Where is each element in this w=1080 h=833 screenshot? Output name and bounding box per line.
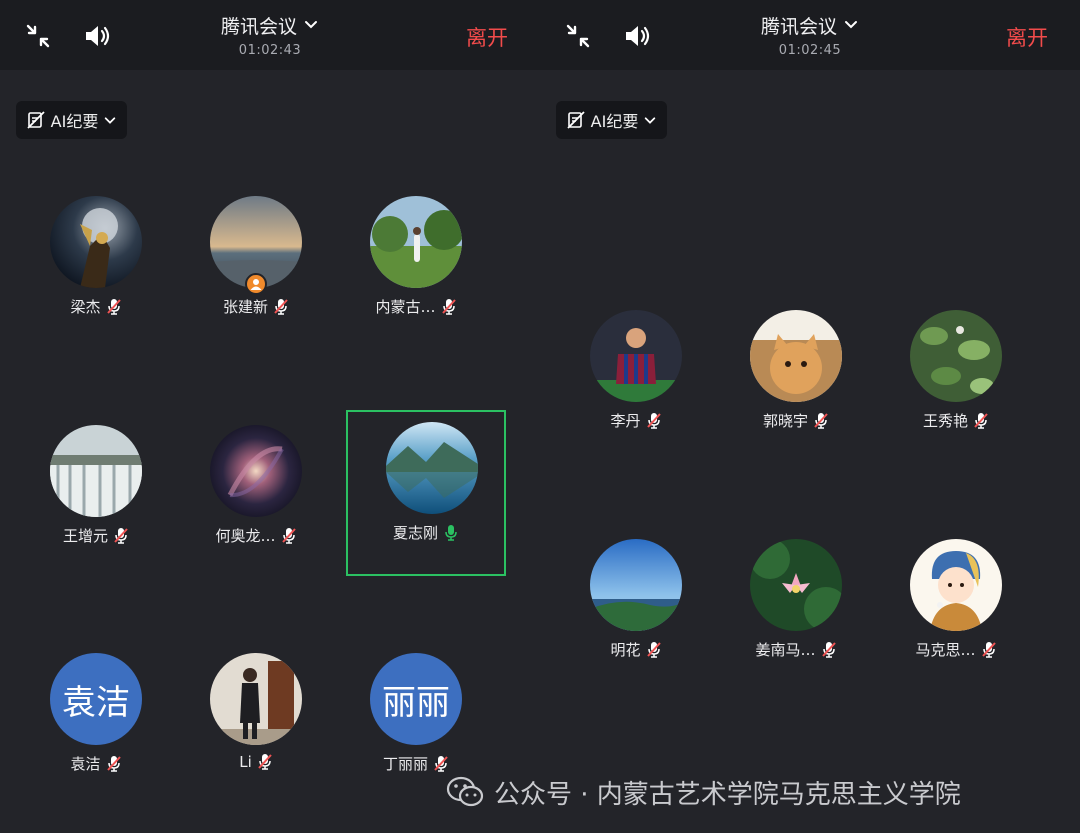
participant-name: 王增元: [62, 527, 108, 545]
avatar: [50, 196, 142, 288]
participant-tile[interactable]: 王秀艳: [876, 298, 1036, 464]
top-bar: 腾讯会议 01:02:45 离开: [540, 0, 1080, 70]
participant-tile[interactable]: 张建新: [176, 184, 336, 350]
host-badge-icon: [245, 273, 267, 295]
mic-muted-icon: [441, 298, 457, 316]
meeting-title: 腾讯会议: [760, 16, 837, 38]
participant-tile[interactable]: 明花: [556, 527, 716, 693]
mic-muted-icon: [646, 412, 662, 430]
ai-notes-label: AI纪要: [590, 112, 639, 131]
watermark-text: 公众号 · 内蒙古艺术学院马克思主义学院: [494, 779, 961, 810]
meeting-timer: 01:02:45: [778, 43, 842, 58]
meeting-panel-right: 腾讯会议 01:02:45 离开 AI纪要 李丹 郭晓宇 王秀艳 明花 姜南马……: [540, 0, 1080, 833]
participant-tile[interactable]: 马克思…: [876, 527, 1036, 693]
chevron-down-icon: [643, 113, 657, 127]
mic-muted-icon: [973, 412, 989, 430]
participant-name: 姜南马…: [755, 641, 816, 659]
avatar: [750, 539, 842, 631]
avatar: [910, 310, 1002, 402]
meeting-title-area[interactable]: 腾讯会议 01:02:43: [170, 12, 370, 58]
participant-name: 丁丽丽: [382, 755, 428, 773]
wechat-icon: [446, 776, 484, 808]
mic-muted-icon: [106, 755, 122, 773]
mic-muted-icon: [813, 412, 829, 430]
participant-name: 明花: [610, 641, 641, 659]
participant-name: 马克思…: [915, 641, 976, 659]
mic-muted-icon: [106, 298, 122, 316]
watermark: 公众号 · 内蒙古艺术学院马克思主义学院: [446, 774, 961, 810]
speaker-icon[interactable]: [622, 20, 654, 52]
participant-tile[interactable]: 袁洁 袁洁: [16, 641, 176, 807]
mic-muted-icon: [821, 641, 837, 659]
participant-name: 袁洁: [70, 755, 101, 773]
participant-tile[interactable]: 郭晓宇: [716, 298, 876, 464]
participant-name: 夏志刚: [392, 524, 438, 542]
mic-muted-icon: [281, 527, 297, 545]
avatar: [210, 653, 302, 745]
top-bar: 腾讯会议 01:02:43 离开: [0, 0, 540, 70]
participant-name: 郭晓宇: [762, 412, 808, 430]
speaker-icon[interactable]: [82, 20, 114, 52]
meeting-panel-left: 腾讯会议 01:02:43 离开 AI纪要 梁杰 张建新 内蒙古… 王增元 何奥…: [0, 0, 540, 833]
participant-name: Li: [239, 753, 252, 771]
participant-tile[interactable]: 何奥龙…: [176, 413, 336, 579]
mic-muted-icon: [646, 641, 662, 659]
participant-tile[interactable]: 梁杰: [16, 184, 176, 350]
mic-muted-icon: [433, 755, 449, 773]
chevron-down-icon: [843, 15, 859, 37]
avatar: [750, 310, 842, 402]
shrink-icon[interactable]: [22, 20, 54, 52]
participant-tile[interactable]: Li: [176, 641, 336, 807]
participant-tile-speaking[interactable]: 夏志刚: [346, 410, 506, 576]
ai-notes-off-icon: [26, 110, 46, 130]
chevron-down-icon: [303, 15, 319, 37]
shrink-icon[interactable]: [562, 20, 594, 52]
mic-muted-icon: [257, 753, 273, 771]
ai-notes-button[interactable]: AI纪要: [16, 101, 127, 139]
leave-button[interactable]: 离开: [466, 22, 508, 52]
mic-active-icon: [443, 524, 459, 542]
participant-name: 李丹: [610, 412, 641, 430]
avatar: 丽丽: [370, 653, 462, 745]
avatar: [590, 310, 682, 402]
leave-button[interactable]: 离开: [1006, 22, 1048, 52]
avatar: [50, 425, 142, 517]
ai-notes-label: AI纪要: [50, 112, 99, 131]
meeting-title: 腾讯会议: [220, 16, 297, 38]
mic-muted-icon: [273, 298, 289, 316]
participant-tile[interactable]: 王增元: [16, 413, 176, 579]
avatar: [386, 422, 478, 514]
avatar: [910, 539, 1002, 631]
participant-name: 张建新: [222, 298, 268, 316]
mic-muted-icon: [113, 527, 129, 545]
chevron-down-icon: [103, 113, 117, 127]
avatar: [370, 196, 462, 288]
avatar: 袁洁: [50, 653, 142, 745]
avatar: [210, 425, 302, 517]
mic-muted-icon: [981, 641, 997, 659]
participant-tile[interactable]: 内蒙古…: [336, 184, 496, 350]
meeting-timer: 01:02:43: [238, 43, 302, 58]
participant-tile[interactable]: 李丹: [556, 298, 716, 464]
participant-name: 何奥龙…: [215, 527, 276, 545]
ai-notes-off-icon: [566, 110, 586, 130]
ai-notes-button[interactable]: AI纪要: [556, 101, 667, 139]
avatar: [590, 539, 682, 631]
participant-name: 梁杰: [70, 298, 101, 316]
participant-name: 内蒙古…: [375, 298, 436, 316]
meeting-title-area[interactable]: 腾讯会议 01:02:45: [710, 12, 910, 58]
participant-tile[interactable]: 姜南马…: [716, 527, 876, 693]
participant-name: 王秀艳: [922, 412, 968, 430]
